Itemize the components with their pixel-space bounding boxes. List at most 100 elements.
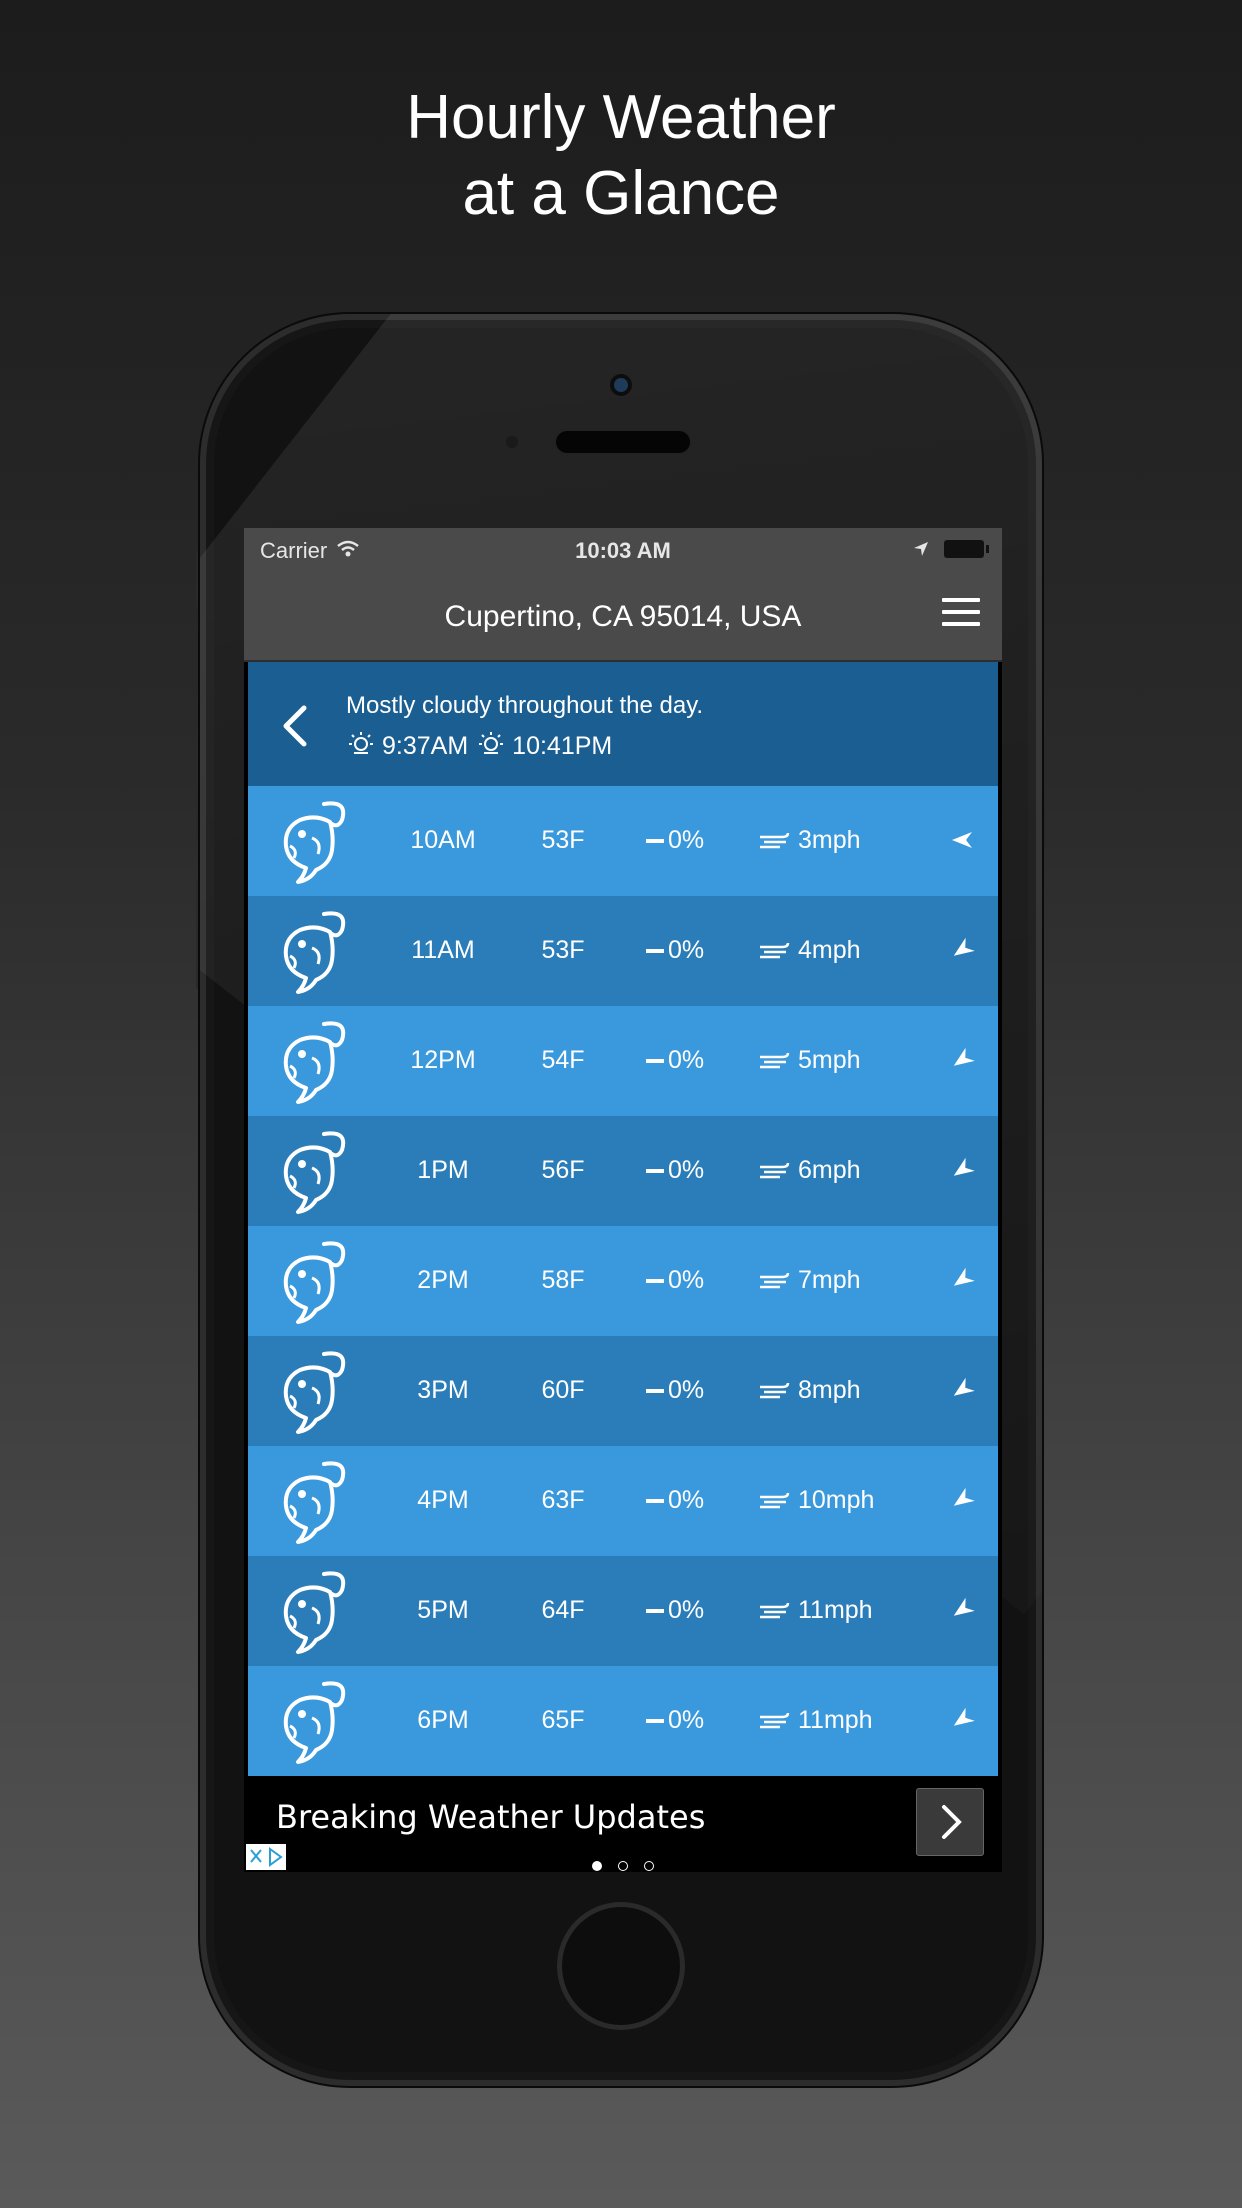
temperature-value: 58F <box>541 1266 585 1294</box>
hour-label: 2PM <box>417 1266 469 1294</box>
wind-speed: 6mph <box>798 1156 861 1184</box>
wind: 8mph <box>758 1376 861 1405</box>
precipitation: 0% <box>646 1156 704 1185</box>
temperature-value: 53F <box>541 936 585 964</box>
wind-direction-arrow-icon <box>953 1707 975 1726</box>
dash-icon <box>646 1389 664 1394</box>
dash-icon <box>646 1059 664 1064</box>
wind: 7mph <box>758 1266 861 1295</box>
hour-row[interactable]: 11AM 53F 0% 4mph <box>248 896 998 1006</box>
wind: 6mph <box>758 1156 861 1185</box>
wind-direction-arrow-icon <box>953 1157 975 1176</box>
dash-icon <box>646 1169 664 1174</box>
back-chevron-icon[interactable] <box>278 704 312 748</box>
precipitation: 0% <box>646 826 704 855</box>
precipitation-value: 0% <box>668 1486 705 1514</box>
fish-icon <box>283 911 346 994</box>
location-arrow-icon <box>912 538 930 564</box>
wind-speed: 8mph <box>798 1376 861 1404</box>
sunset-time: 10:41PM <box>512 732 613 760</box>
precipitation-value: 0% <box>668 826 705 854</box>
wind: 11mph <box>758 1596 873 1625</box>
precipitation: 0% <box>646 936 704 965</box>
hour-label: 10AM <box>410 826 476 854</box>
ad-banner[interactable]: Breaking Weather Updates <box>244 1776 1002 1872</box>
precipitation-value: 0% <box>668 1706 705 1734</box>
home-button[interactable] <box>557 1902 685 2030</box>
wind-speed: 4mph <box>798 936 861 964</box>
precipitation-value: 0% <box>668 1046 705 1074</box>
ad-page-dots <box>244 1858 1002 1872</box>
dash-icon <box>646 1279 664 1284</box>
app-screen: Carrier 10:03 AM Cupertino, CA 95014, US… <box>244 528 1002 1872</box>
wind: 11mph <box>758 1706 873 1735</box>
fish-icon <box>283 1241 346 1324</box>
dash-icon <box>646 1609 664 1614</box>
wind-direction-arrow-icon <box>953 1047 975 1066</box>
proximity-sensor <box>506 436 518 448</box>
precipitation-value: 0% <box>668 1596 705 1624</box>
precipitation-value: 0% <box>668 1266 705 1294</box>
hour-row[interactable]: 4PM 63F 0% 10mph <box>248 1446 998 1556</box>
wind-icon <box>760 1602 790 1618</box>
wind: 10mph <box>758 1486 874 1515</box>
wind-direction-arrow-icon <box>952 832 972 848</box>
hour-label: 4PM <box>417 1486 469 1514</box>
precipitation: 0% <box>646 1486 704 1515</box>
status-time: 10:03 AM <box>575 538 671 563</box>
precipitation: 0% <box>646 1596 704 1625</box>
precipitation: 0% <box>646 1046 704 1075</box>
hourly-list: 10AM 53F 0% 3mph 11AM 53F 0% 4mph 12PM 5… <box>248 786 998 1776</box>
hour-row[interactable]: 5PM 64F 0% 11mph <box>248 1556 998 1666</box>
wind-direction-arrow-icon <box>953 1267 975 1286</box>
wind: 4mph <box>758 936 861 965</box>
battery-icon <box>944 540 989 558</box>
temperature-value: 53F <box>541 826 585 854</box>
temperature-value: 63F <box>541 1486 585 1514</box>
nav-bar: Cupertino, CA 95014, USA <box>244 572 1002 662</box>
ad-dot <box>592 1861 602 1871</box>
sunrise-icon <box>346 730 376 763</box>
wind-direction-arrow-icon <box>953 1377 975 1396</box>
fish-icon <box>283 801 346 884</box>
hour-row[interactable]: 12PM 54F 0% 5mph <box>248 1006 998 1116</box>
precipitation-value: 0% <box>668 1156 705 1184</box>
hour-label: 5PM <box>417 1596 469 1624</box>
hour-label: 12PM <box>410 1046 476 1074</box>
hour-row[interactable]: 10AM 53F 0% 3mph <box>248 786 998 896</box>
location-title: Cupertino, CA 95014, USA <box>444 600 802 633</box>
sun-times: 9:37AM 10:41PM <box>346 730 612 763</box>
promo-title-line-1: Hourly Weather <box>406 83 836 152</box>
precipitation: 0% <box>646 1706 704 1735</box>
hour-row[interactable]: 6PM 65F 0% 11mph <box>248 1666 998 1776</box>
hour-row[interactable]: 3PM 60F 0% 8mph <box>248 1336 998 1446</box>
hour-row[interactable]: 2PM 58F 0% 7mph <box>248 1226 998 1336</box>
wind-speed: 10mph <box>798 1486 875 1514</box>
wind-icon <box>760 1382 790 1398</box>
sunrise-time: 9:37AM <box>382 732 469 760</box>
wind-icon <box>760 1492 790 1508</box>
ad-text: Breaking Weather Updates <box>276 1798 706 1836</box>
wind: 3mph <box>758 826 861 855</box>
fish-icon <box>283 1681 346 1764</box>
ad-next-button[interactable] <box>916 1788 984 1856</box>
wind-icon <box>760 1712 790 1728</box>
ad-dot <box>618 1861 628 1871</box>
wind-direction-arrow-icon <box>953 1597 975 1616</box>
temperature-value: 60F <box>541 1376 585 1404</box>
promo-title: Hourly Weather at a Glance <box>0 80 1242 232</box>
precipitation: 0% <box>646 1376 704 1405</box>
sunset-icon <box>476 730 506 763</box>
wind-speed: 5mph <box>798 1046 861 1074</box>
fish-icon <box>283 1571 346 1654</box>
wind-icon <box>760 832 790 848</box>
fish-icon <box>283 1131 346 1214</box>
wind-speed: 7mph <box>798 1266 861 1294</box>
hamburger-menu-icon[interactable] <box>942 598 980 628</box>
hour-row[interactable]: 1PM 56F 0% 6mph <box>248 1116 998 1226</box>
temperature-value: 64F <box>541 1596 585 1624</box>
wind-direction-arrow-icon <box>953 1487 975 1506</box>
hour-label: 3PM <box>417 1376 469 1404</box>
wind-icon <box>760 942 790 958</box>
chevron-right-icon <box>942 1805 962 1839</box>
